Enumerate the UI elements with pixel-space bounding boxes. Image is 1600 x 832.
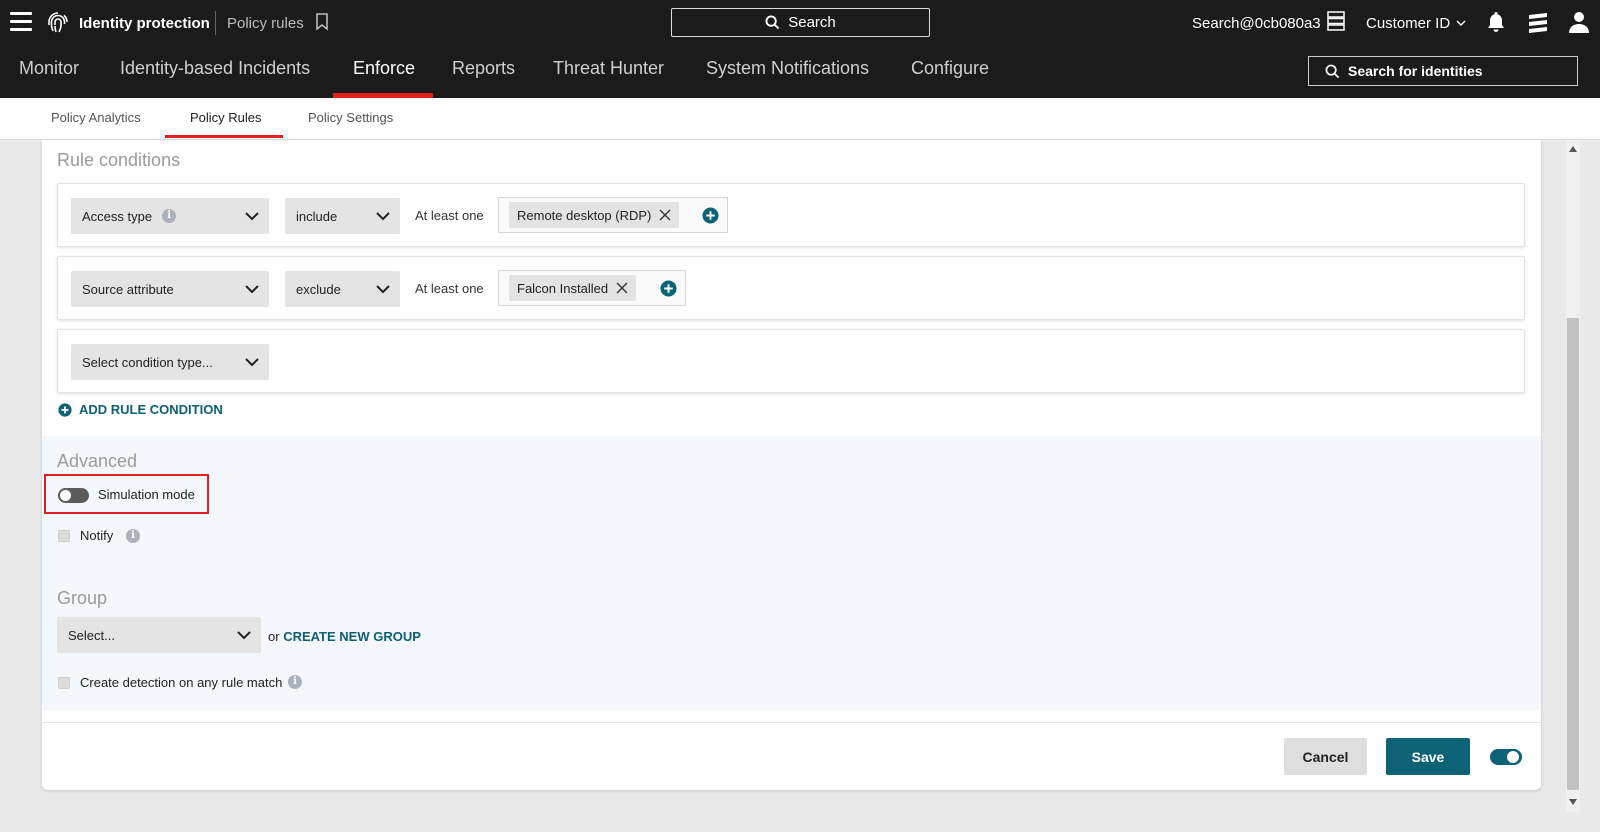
notify-checkbox[interactable] bbox=[58, 530, 70, 542]
close-icon[interactable] bbox=[659, 209, 671, 221]
chevron-down-icon bbox=[376, 212, 390, 221]
scroll-down-icon[interactable] bbox=[1568, 798, 1578, 806]
or-text: or bbox=[268, 629, 280, 644]
condition-type-select[interactable]: Source attribute bbox=[71, 271, 269, 307]
condition-operator-select[interactable]: exclude bbox=[285, 271, 400, 307]
add-value-icon[interactable] bbox=[660, 280, 677, 297]
cancel-button[interactable]: Cancel bbox=[1284, 738, 1367, 775]
tab-identity-based-incidents[interactable]: Identity-based Incidents bbox=[120, 58, 310, 79]
condition-operator-value: exclude bbox=[296, 281, 341, 297]
condition-values[interactable]: Falcon Installed bbox=[498, 270, 686, 306]
tab-policy-analytics[interactable]: Policy Analytics bbox=[51, 110, 141, 125]
notify-label: Notify bbox=[80, 528, 114, 543]
info-icon[interactable]: i bbox=[162, 209, 177, 223]
server-icon[interactable] bbox=[1327, 11, 1345, 31]
simulation-mode-label: Simulation mode bbox=[98, 487, 195, 502]
rule-conditions-title: Rule conditions bbox=[57, 150, 181, 170]
sub-nav: Policy Analytics Policy Rules Policy Set… bbox=[0, 98, 1600, 140]
footer-divider bbox=[42, 722, 1541, 723]
condition-operator-value: include bbox=[296, 208, 338, 224]
condition-card: Source attribute exclude At least one Fa… bbox=[57, 256, 1525, 320]
create-group-row: or CREATE NEW GROUP bbox=[268, 629, 421, 644]
user-icon[interactable] bbox=[1568, 11, 1590, 33]
tab-policy-settings[interactable]: Policy Settings bbox=[308, 110, 393, 125]
create-detection-label: Create detection on any rule match bbox=[80, 675, 283, 690]
rule-editor-panel: Rule conditions Access type i include At… bbox=[42, 140, 1541, 790]
condition-operator-select[interactable]: include bbox=[285, 198, 400, 234]
search-icon bbox=[1325, 64, 1340, 78]
bell-icon[interactable] bbox=[1486, 11, 1506, 33]
global-search-button[interactable]: Search bbox=[671, 8, 930, 37]
simulation-mode-toggle[interactable] bbox=[58, 488, 89, 503]
tab-system-notifications[interactable]: System Notifications bbox=[706, 58, 869, 79]
tab-policy-rules[interactable]: Policy Rules bbox=[190, 110, 262, 125]
value-chip: Remote desktop (RDP) bbox=[509, 202, 680, 228]
tab-configure[interactable]: Configure bbox=[911, 58, 989, 79]
advanced-title: Advanced bbox=[57, 451, 138, 471]
tab-threat-hunter[interactable]: Threat Hunter bbox=[553, 58, 664, 79]
chevron-down-icon bbox=[376, 285, 390, 294]
advanced-section: Advanced Simulation mode Notify i Group … bbox=[42, 436, 1541, 710]
scroll-up-icon[interactable] bbox=[1568, 145, 1578, 153]
condition-type-value: Source attribute bbox=[82, 281, 174, 297]
bookmark-icon[interactable] bbox=[315, 13, 329, 31]
chevron-down-icon bbox=[245, 358, 259, 367]
chevron-down-icon bbox=[237, 631, 251, 640]
stack-icon[interactable] bbox=[1527, 12, 1549, 34]
info-icon[interactable]: i bbox=[126, 529, 140, 543]
create-new-group-link[interactable]: CREATE NEW GROUP bbox=[283, 629, 421, 644]
condition-quantifier: At least one bbox=[415, 281, 484, 296]
add-rule-condition-label: ADD RULE CONDITION bbox=[79, 402, 223, 417]
add-rule-condition-button[interactable]: ADD RULE CONDITION bbox=[58, 402, 223, 417]
search-label: Search bbox=[788, 14, 836, 31]
chevron-down-icon bbox=[1456, 20, 1466, 26]
topbar-divider bbox=[215, 11, 216, 35]
create-detection-checkbox[interactable] bbox=[58, 677, 70, 689]
customer-id-label: Customer ID bbox=[1366, 15, 1451, 32]
tab-monitor[interactable]: Monitor bbox=[19, 58, 79, 79]
condition-type-value: Access type bbox=[82, 208, 153, 224]
breadcrumb: Policy rules bbox=[227, 15, 304, 32]
identity-search-placeholder: Search for identities bbox=[1348, 63, 1483, 79]
condition-quantifier: At least one bbox=[415, 208, 484, 223]
active-subtab-indicator bbox=[165, 135, 283, 138]
value-chip-label: Remote desktop (RDP) bbox=[517, 207, 652, 223]
group-select-placeholder: Select... bbox=[68, 627, 115, 643]
tab-enforce[interactable]: Enforce bbox=[353, 58, 415, 79]
plus-circle-icon bbox=[58, 402, 72, 417]
add-value-icon[interactable] bbox=[702, 207, 719, 224]
customer-id-dropdown[interactable]: Customer ID bbox=[1366, 15, 1466, 32]
chevron-down-icon bbox=[245, 285, 259, 294]
search-icon bbox=[765, 15, 780, 30]
condition-values[interactable]: Remote desktop (RDP) bbox=[498, 197, 728, 233]
condition-card: Access type i include At least one Remot… bbox=[57, 183, 1525, 247]
condition-type-select[interactable]: Access type i bbox=[71, 198, 269, 234]
identity-search-input[interactable]: Search for identities bbox=[1308, 56, 1578, 86]
group-select[interactable]: Select... bbox=[57, 617, 261, 653]
tab-reports[interactable]: Reports bbox=[452, 58, 515, 79]
main-nav: Monitor Identity-based Incidents Enforce… bbox=[0, 46, 1600, 98]
condition-type-placeholder: Select condition type... bbox=[82, 354, 213, 370]
user-name[interactable]: Search@0cb080a3 bbox=[1192, 15, 1321, 32]
save-button[interactable]: Save bbox=[1386, 738, 1470, 775]
close-icon[interactable] bbox=[616, 282, 628, 294]
condition-type-select[interactable]: Select condition type... bbox=[71, 344, 269, 380]
info-icon[interactable]: i bbox=[288, 675, 302, 689]
product-name: Identity protection bbox=[79, 15, 210, 32]
rule-enabled-toggle[interactable] bbox=[1490, 749, 1522, 765]
fingerprint-logo-icon bbox=[48, 12, 68, 33]
menu-icon[interactable] bbox=[10, 12, 32, 32]
scrollbar-thumb[interactable] bbox=[1567, 318, 1579, 790]
top-bar: Identity protection Policy rules Search … bbox=[0, 0, 1600, 46]
condition-card: Select condition type... bbox=[57, 329, 1525, 393]
value-chip: Falcon Installed bbox=[509, 275, 637, 301]
group-title: Group bbox=[57, 588, 108, 608]
value-chip-label: Falcon Installed bbox=[517, 280, 609, 296]
chevron-down-icon bbox=[245, 212, 259, 221]
